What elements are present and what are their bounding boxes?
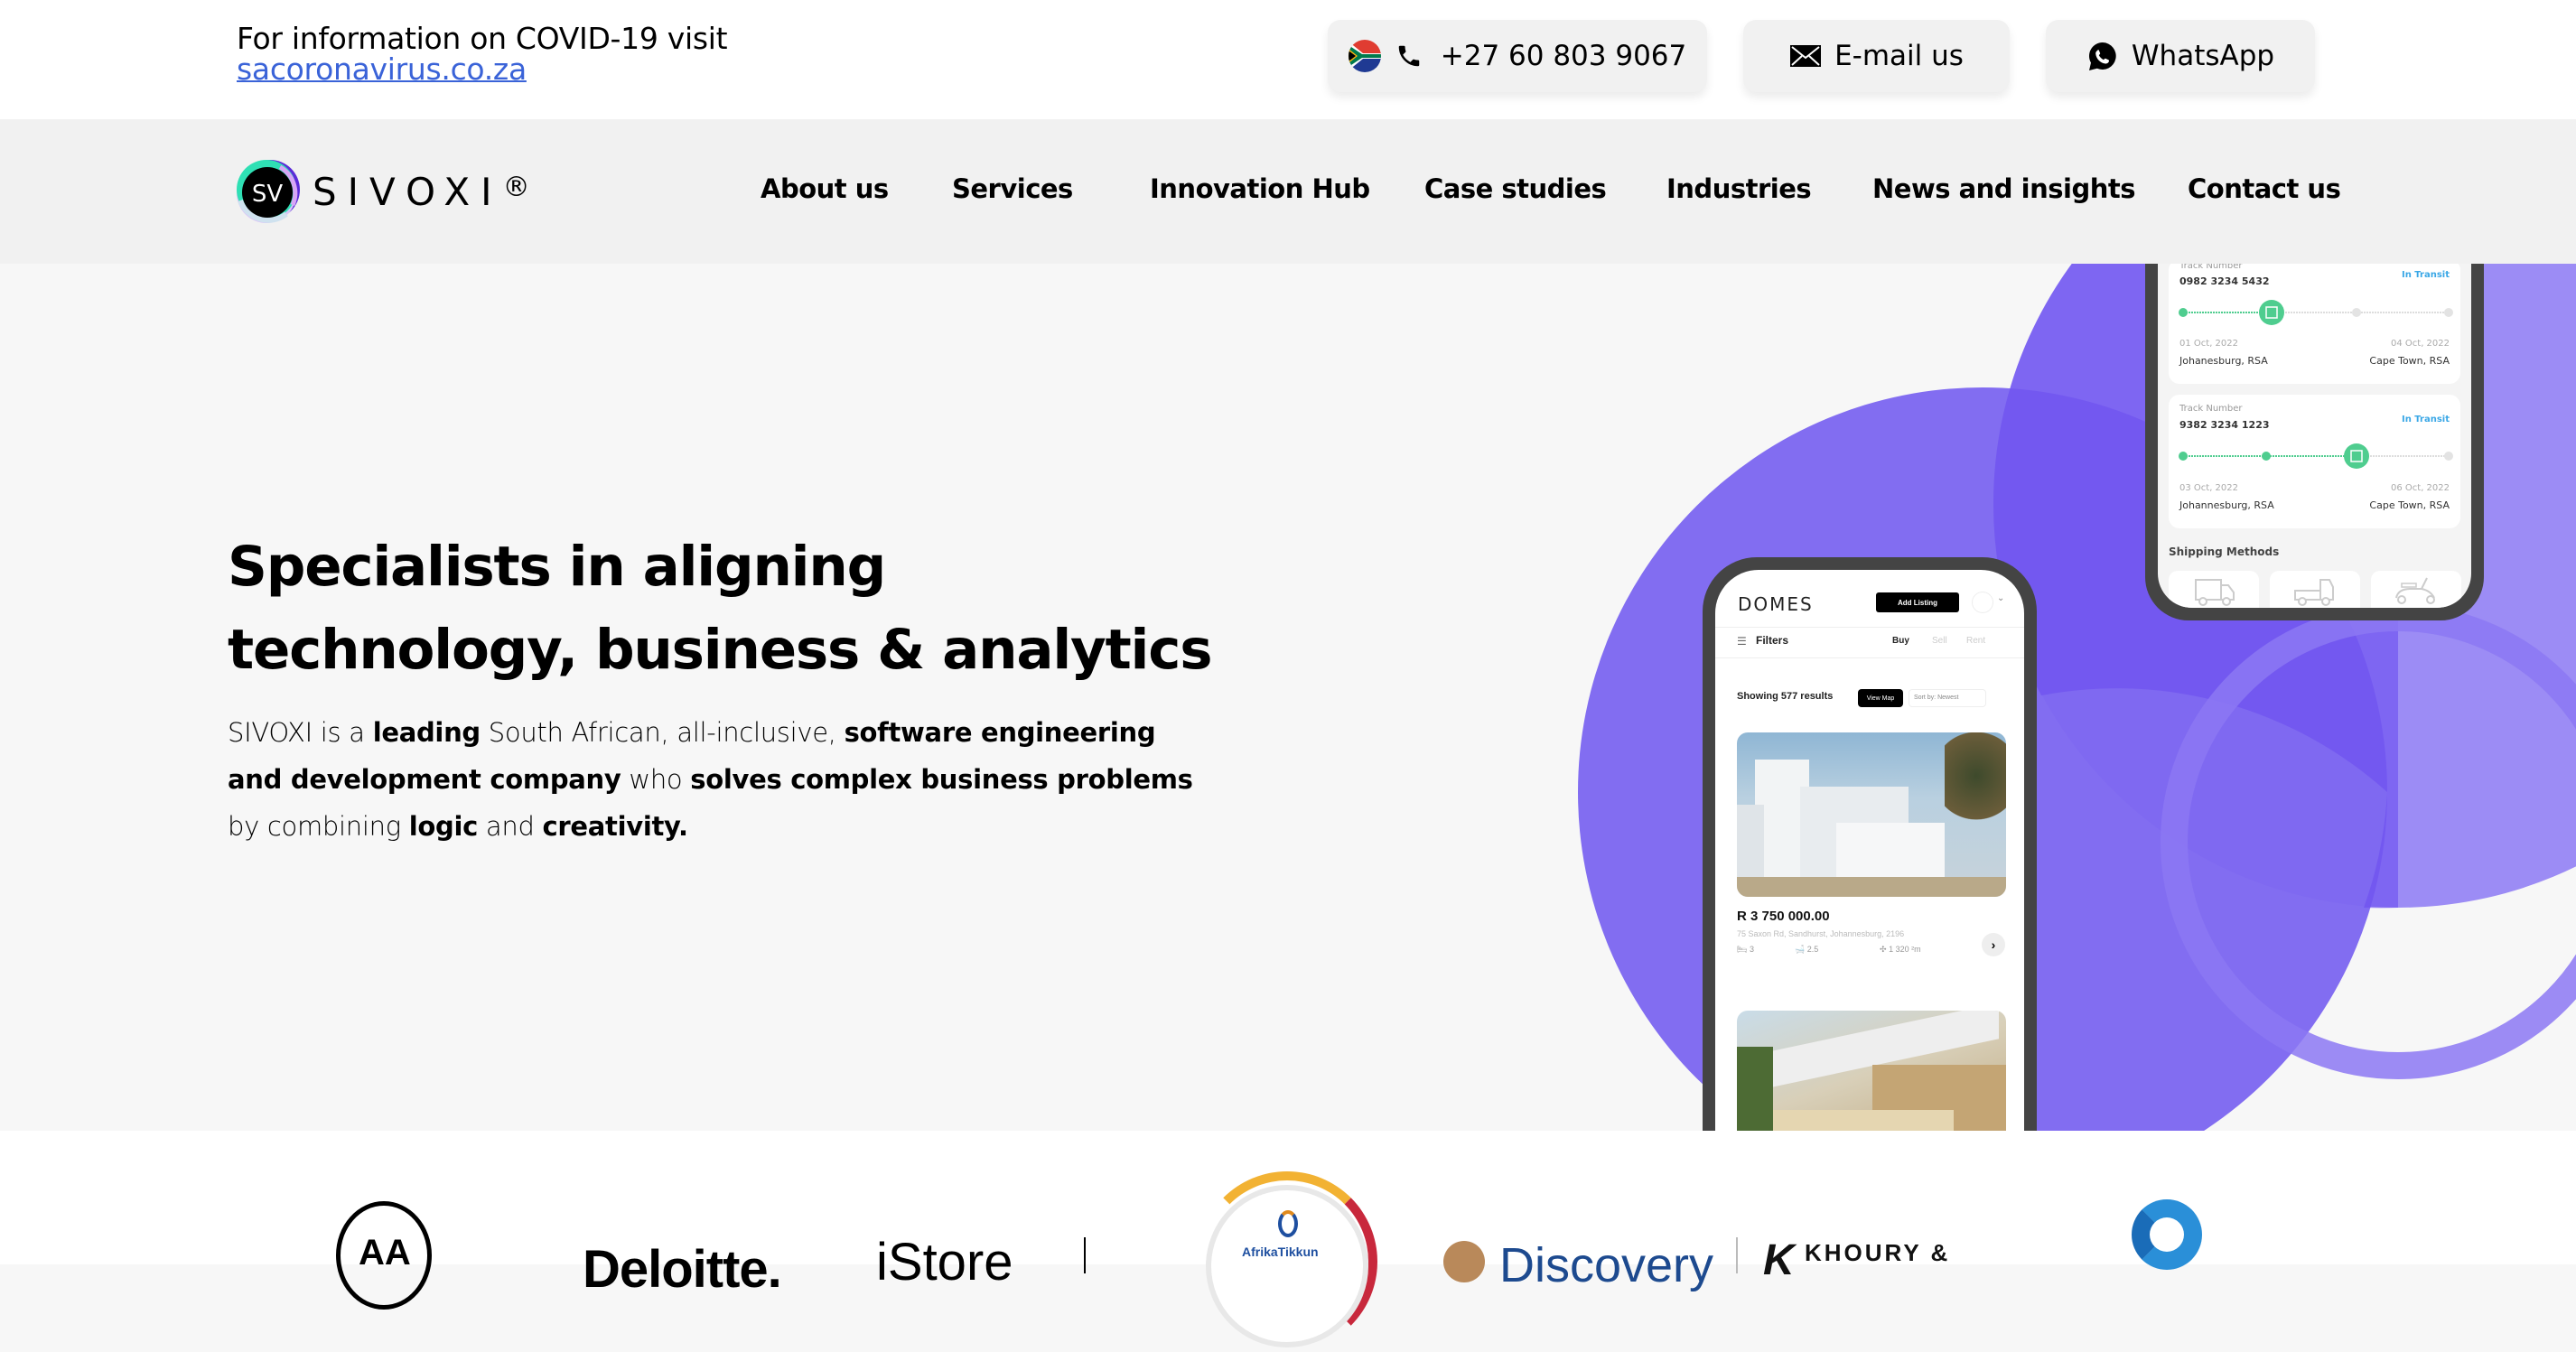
avatar[interactable] [1972,592,1993,613]
tab-buy[interactable]: Buy [1892,636,1909,646]
status-badge: In Transit [2401,415,2450,424]
email-button[interactable]: E-mail us [1743,20,2010,92]
bath-icon: 🛁 [1795,945,1806,954]
client-logo-discovery: Discovery [1499,1238,1714,1292]
shipment-card: Track Number 9382 3234 1223 In Transit 0… [2169,395,2460,528]
bed-icon: 🛏 [1737,945,1748,954]
phone-number: +27 60 803 9067 [1440,40,1687,72]
tab-rent[interactable]: Rent [1966,636,1985,646]
whatsapp-button[interactable]: WhatsApp [2046,20,2315,92]
domes-screen: DOMES Add Listing ⌄ ☰ Filters Buy Sell R… [1715,570,2024,1131]
main-navigation: SV SIVOXI® About us Services Innovation … [0,119,2576,264]
client-logos-strip: AA Deloitte. iStore AfrikaTikkun Discove… [0,1131,2576,1352]
brand-logo[interactable]: SV SIVOXI® [237,160,530,223]
client-logo-khoury: KHOURY & [1805,1239,1951,1266]
tab-sell[interactable]: Sell [1932,636,1947,646]
hero-title: Specialists in aligning technology, busi… [228,535,1213,682]
listing-image[interactable] [1737,1011,2006,1131]
listing-address: 75 Saxon Rd, Sandhurst, Johannesburg, 21… [1737,929,1905,938]
view-map-button[interactable]: View Map [1858,689,1903,707]
top-info-bar: For information on COVID-19 visit sacoro… [0,0,2576,119]
south-africa-flag-icon [1348,40,1381,72]
whatsapp-label: WhatsApp [2131,40,2275,72]
domes-logo: DOMES [1738,593,1814,615]
whatsapp-icon [2086,41,2117,71]
tracking-phone-mockup: Track Number 0982 3234 5432 In Transit 0… [2145,264,2484,620]
sort-select[interactable]: Sort by: Newest [1909,689,1986,707]
khoury-k-icon: K [1763,1236,1795,1284]
envelope-icon [1789,41,1822,71]
shipment-progress-track [2179,300,2453,325]
email-label: E-mail us [1834,40,1964,72]
client-logo-deloitte: Deloitte. [583,1240,782,1299]
shipment-card: Track Number 0982 3234 5432 In Transit 0… [2169,264,2460,384]
afrikatikkun-icon [1278,1210,1298,1237]
add-listing-button[interactable]: Add Listing [1876,592,1959,612]
brand-name: SIVOXI® [313,169,530,214]
shipping-method-scooter[interactable] [2371,571,2461,608]
chevron-down-icon[interactable]: ⌄ [1997,593,2004,603]
listing-area: ✣ 1 320 ²m [1880,945,1921,954]
hero-section: Specialists in aligning technology, busi… [0,264,2576,1131]
scooter-icon [2395,577,2435,604]
phone-button[interactable]: +27 60 803 9067 [1328,20,1707,92]
area-icon: ✣ [1880,945,1887,954]
client-logo-afrikatikkun: AfrikaTikkun [1206,1185,1368,1347]
covid-notice: For information on COVID-19 visit sacoro… [237,21,728,87]
nav-news-and-insights[interactable]: News and insights [1872,173,2135,204]
phone-icon [1395,41,1426,71]
tracking-screen: Track Number 0982 3234 5432 In Transit 0… [2158,264,2471,608]
hero-description: SIVOXI is a leading South African, all-i… [228,717,1193,842]
listing-image[interactable] [1737,732,2006,897]
svg-text:SV: SV [252,181,284,208]
domes-phone-mockup: DOMES Add Listing ⌄ ☰ Filters Buy Sell R… [1703,557,2037,1131]
nav-case-studies[interactable]: Case studies [1424,173,1607,204]
filters-button[interactable]: Filters [1756,634,1788,647]
shipping-methods-title: Shipping Methods [2169,545,2280,558]
nav-innovation-hub[interactable]: Innovation Hub [1150,173,1370,204]
client-ring-logo-icon [2132,1199,2202,1270]
menu-icon[interactable]: ☰ [1737,635,1747,648]
listing-beds: 🛏 3 [1737,945,1754,954]
next-arrow-button[interactable]: › [1982,933,2005,956]
nav-contact-us[interactable]: Contact us [2188,173,2341,204]
pickup-truck-icon [2294,579,2334,606]
shipping-method-pickup[interactable] [2270,571,2360,608]
client-logo-aa: AA [336,1201,432,1310]
shipping-method-truck[interactable] [2169,571,2259,608]
nav-industries[interactable]: Industries [1666,173,1812,204]
nav-services[interactable]: Services [952,173,1073,204]
discovery-emblem-icon [1443,1241,1485,1282]
nav-about-us[interactable]: About us [761,173,889,204]
listing-baths: 🛁 2.5 [1795,945,1819,954]
listing-price: R 3 750 000.00 [1737,909,1830,924]
shipment-progress-track [2179,443,2453,469]
covid-link[interactable]: sacoronavirus.co.za [237,51,527,87]
results-count: Showing 577 results [1737,691,1834,702]
covid-text: For information on COVID-19 visit [237,21,728,56]
status-badge: In Transit [2401,270,2450,280]
sivoxi-badge-icon: SV [237,160,300,223]
truck-icon [2195,579,2235,606]
client-logo-istore: iStore [876,1233,1013,1291]
